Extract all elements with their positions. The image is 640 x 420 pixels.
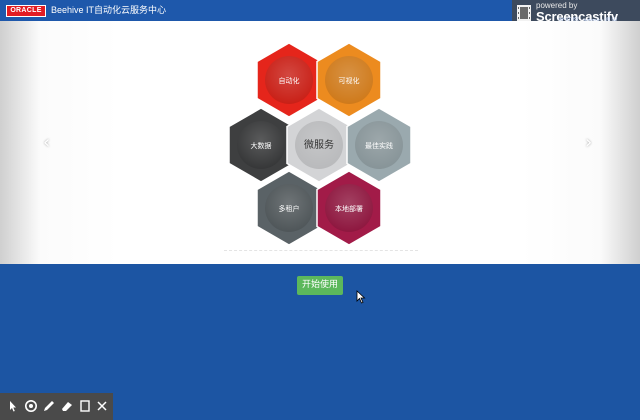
pen-icon[interactable] [42,399,56,413]
carousel-prev-button[interactable]: ‹ [43,133,50,153]
hex-label: 自动化 [279,76,300,85]
hex-label: 微服务 [304,138,334,151]
hex-automation: 自动化 [256,42,322,118]
film-strip-icon [517,5,531,21]
pointer-icon[interactable] [6,399,20,413]
hex-label: 本地部署 [335,204,363,213]
mouse-highlight-icon[interactable] [24,399,38,413]
carousel-divider [224,250,418,251]
mouse-cursor-icon [356,290,366,304]
annotation-toolbar [0,393,113,420]
hex-microservices: 微服务 [286,107,352,183]
hexagon-graphic: 自动化 可视化大数据 微服务 最佳实践多租户 本地部署 [228,42,412,246]
carousel-next-button[interactable]: › [585,133,592,153]
oracle-logo: ORACLE [6,5,46,17]
hex-label: 多租户 [279,204,300,213]
hex-big-data: 大数据 [228,107,294,183]
crop-icon[interactable] [78,399,92,413]
hex-multi-tenant: 多租户 [256,170,322,246]
hex-visualization: 可视化 [316,42,382,118]
hex-local-deploy: 本地部署 [316,170,382,246]
hex-label: 大数据 [251,141,272,150]
hex-label: 可视化 [339,76,360,85]
hex-label: 最佳实践 [365,141,393,150]
start-button[interactable]: 开始使用 [297,276,343,295]
app-title: Beehive IT自动化云服务中心 [51,5,167,15]
eraser-icon[interactable] [60,399,74,413]
feature-carousel: 自动化 可视化大数据 微服务 最佳实践多租户 本地部署 ‹ › [0,21,640,264]
hex-best-practice: 最佳实践 [346,107,412,183]
close-icon[interactable] [95,399,109,413]
